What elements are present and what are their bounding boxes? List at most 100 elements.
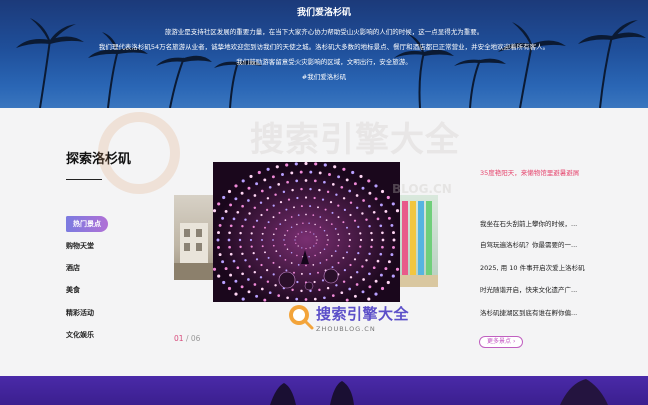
light-dot (355, 206, 359, 210)
light-dot (361, 212, 364, 215)
light-dot (321, 198, 325, 201)
light-dot (260, 263, 263, 267)
watermark-large-text: 搜索引擎大全 (250, 120, 460, 160)
light-dot (355, 194, 359, 197)
light-dot (361, 186, 365, 190)
light-dot (302, 222, 304, 224)
light-dot (264, 251, 266, 254)
light-dot (379, 252, 383, 256)
light-dot (227, 286, 232, 291)
category-tab-shopping[interactable]: 购物天堂 (66, 241, 94, 251)
category-tab-events[interactable]: 精彩活动 (66, 308, 94, 318)
light-dot (305, 230, 307, 233)
light-dot (330, 223, 333, 225)
light-dot (370, 238, 374, 242)
light-dot (357, 252, 360, 255)
light-dot (323, 163, 327, 167)
light-dot (296, 223, 298, 226)
light-dot (266, 197, 270, 200)
light-dot (379, 203, 383, 207)
light-dot (261, 232, 264, 235)
light-dot (337, 261, 340, 264)
light-dot (260, 287, 264, 291)
light-dot (294, 239, 296, 241)
light-dot (359, 238, 363, 242)
light-dot (379, 224, 383, 228)
light-dot (282, 190, 286, 194)
hero-text: 我们爱洛杉矶 旅游业是支持社区发展的重要力量，在当下大家齐心协力帮助受山火影响的… (0, 0, 648, 85)
light-dot (328, 173, 331, 176)
news-item[interactable]: 时光随谐开启，快来文化遗产广... (480, 284, 577, 294)
light-dot (250, 245, 253, 248)
light-dot (361, 265, 364, 268)
light-dot (257, 170, 261, 175)
light-dot (326, 234, 328, 236)
light-dot (386, 195, 390, 200)
light-dot (228, 245, 231, 249)
light-dot (229, 224, 233, 228)
light-dot (274, 284, 277, 287)
light-dot (253, 194, 257, 197)
light-dot (357, 225, 360, 228)
light-dot (374, 197, 378, 201)
light-dot (368, 285, 372, 289)
light-dot (313, 233, 315, 235)
featured-news-link[interactable]: 35度艳阳天，来懒物馆里避暑避屑 (480, 167, 579, 177)
light-dot (217, 245, 220, 249)
light-dot (326, 286, 330, 290)
light-dot (232, 217, 236, 221)
light-dot (327, 239, 329, 241)
light-dot (259, 201, 263, 204)
category-tab-culture[interactable]: 文化娱乐 (66, 330, 94, 340)
light-dot (326, 244, 328, 246)
light-dot (290, 171, 294, 175)
more-attractions-button[interactable]: 更多景点 › (479, 336, 524, 348)
light-dot (390, 223, 394, 227)
carousel-main-slide[interactable] (213, 162, 400, 302)
news-item[interactable]: 洛杉矶捷湖区到底有谁在孵你偏... (480, 307, 577, 317)
light-dot (353, 182, 357, 186)
light-dot (293, 271, 295, 274)
light-dot (294, 162, 298, 166)
light-dot (309, 170, 313, 174)
light-dot (334, 250, 337, 252)
category-tab-attractions[interactable]: 热门景点 (66, 216, 108, 232)
light-dot (278, 266, 281, 269)
carousel-next-slide[interactable] (398, 195, 438, 287)
light-dot (272, 239, 274, 241)
light-dot (259, 276, 263, 279)
light-dot (368, 204, 371, 208)
light-dot (319, 252, 322, 254)
carousel-prev-slide[interactable] (174, 195, 214, 280)
light-dot (279, 223, 282, 225)
news-item[interactable]: 我坐在石头刮前上攀你的时候，... (480, 218, 577, 228)
light-dot (304, 179, 308, 182)
light-dot (286, 230, 289, 232)
news-item[interactable]: 自驾玩遍洛杉矶？你最需要的一... (480, 239, 577, 249)
news-item[interactable]: 2025, 用 10 件事开启次爱上洛杉矶 (480, 262, 585, 272)
light-dot (218, 253, 222, 257)
category-tab-hotels[interactable]: 酒店 (66, 263, 80, 273)
light-dot (355, 283, 359, 286)
chevron-right-icon: › (513, 338, 516, 345)
light-dot (229, 252, 233, 256)
light-dot (351, 170, 355, 175)
light-dot (224, 209, 228, 213)
light-dot (362, 278, 365, 281)
light-dot (374, 184, 378, 188)
hero-hashtag: #我们爱洛杉矶 (301, 73, 347, 81)
light-dot (317, 271, 319, 274)
light-dot (305, 213, 307, 216)
light-dot (376, 259, 380, 263)
light-dot (286, 248, 289, 250)
category-tab-food[interactable]: 美食 (66, 285, 80, 295)
light-dot (380, 286, 385, 291)
hero-title: 我们爱洛杉矶 (296, 8, 351, 18)
light-dot (253, 270, 257, 274)
light-dot (323, 296, 326, 300)
light-dot (315, 242, 317, 244)
light-dot (252, 225, 255, 228)
infinity-mirror-image (213, 162, 400, 302)
light-dot (268, 291, 272, 295)
pager-separator: / (185, 334, 189, 343)
